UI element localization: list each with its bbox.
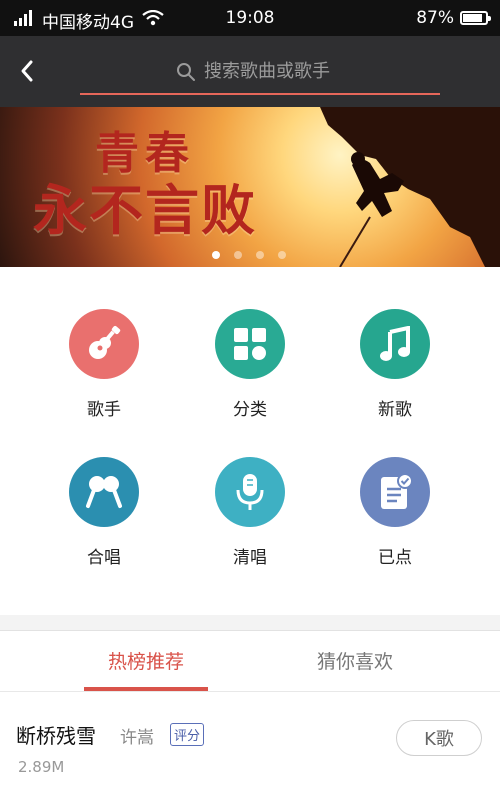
back-button[interactable] bbox=[10, 54, 44, 88]
grid-label: 已点 bbox=[378, 548, 412, 568]
carousel-indicator bbox=[212, 251, 286, 259]
grid-label: 清唱 bbox=[233, 548, 267, 568]
grid-label: 歌手 bbox=[87, 400, 121, 420]
climber-illustration bbox=[320, 107, 500, 267]
sing-button[interactable]: K歌 bbox=[396, 720, 482, 756]
grid-item-chorus[interactable]: 合唱 bbox=[49, 457, 159, 568]
selected-list-icon bbox=[360, 457, 430, 527]
active-tab-indicator bbox=[84, 687, 208, 691]
grid-label: 分类 bbox=[233, 400, 267, 420]
grid-item-selected[interactable]: 已点 bbox=[340, 457, 450, 568]
tab-bar: 热榜推荐 猜你喜欢 bbox=[0, 630, 500, 692]
song-list-item[interactable]: 断桥残雪 许嵩 评分 2.89M K歌 bbox=[0, 692, 500, 790]
carousel-dot[interactable] bbox=[212, 251, 220, 259]
music-note-icon bbox=[360, 309, 430, 379]
chevron-left-icon bbox=[21, 60, 33, 82]
search-bar[interactable] bbox=[80, 50, 440, 95]
search-icon bbox=[177, 62, 195, 81]
banner-title-line2: 永不言败 bbox=[33, 179, 257, 243]
promo-banner[interactable]: 青春 永不言败 bbox=[0, 107, 500, 267]
battery-icon bbox=[460, 11, 491, 25]
grid-item-new-songs[interactable]: 新歌 bbox=[340, 309, 450, 420]
status-bar: 中国移动4G 19:08 87% bbox=[0, 0, 500, 36]
song-artist: 许嵩 bbox=[120, 728, 154, 748]
search-input[interactable] bbox=[204, 61, 344, 82]
guitar-icon bbox=[69, 309, 139, 379]
grid-item-singer[interactable]: 歌手 bbox=[49, 309, 159, 420]
tab-hot-list[interactable]: 热榜推荐 bbox=[66, 631, 226, 693]
tab-guess-you-like[interactable]: 猜你喜欢 bbox=[275, 631, 435, 693]
score-badge: 评分 bbox=[170, 723, 205, 746]
search-header bbox=[0, 36, 500, 107]
microphone-icon bbox=[215, 457, 285, 527]
category-grid: 歌手 分类 新歌 合唱 清唱 已点 bbox=[0, 267, 500, 615]
grid-label: 新歌 bbox=[378, 400, 412, 420]
battery-percent: 87% bbox=[416, 8, 454, 28]
song-title: 断桥残雪 bbox=[16, 724, 96, 748]
carousel-dot[interactable] bbox=[278, 251, 286, 259]
banner-title-line1: 青春 bbox=[95, 128, 195, 179]
duet-microphone-icon bbox=[69, 457, 139, 527]
grid-label: 合唱 bbox=[87, 548, 121, 568]
category-grid-icon bbox=[215, 309, 285, 379]
carousel-dot[interactable] bbox=[256, 251, 264, 259]
carousel-dot[interactable] bbox=[234, 251, 242, 259]
song-size: 2.89M bbox=[18, 758, 65, 776]
grid-item-acapella[interactable]: 清唱 bbox=[195, 457, 305, 568]
grid-item-category[interactable]: 分类 bbox=[195, 309, 305, 420]
